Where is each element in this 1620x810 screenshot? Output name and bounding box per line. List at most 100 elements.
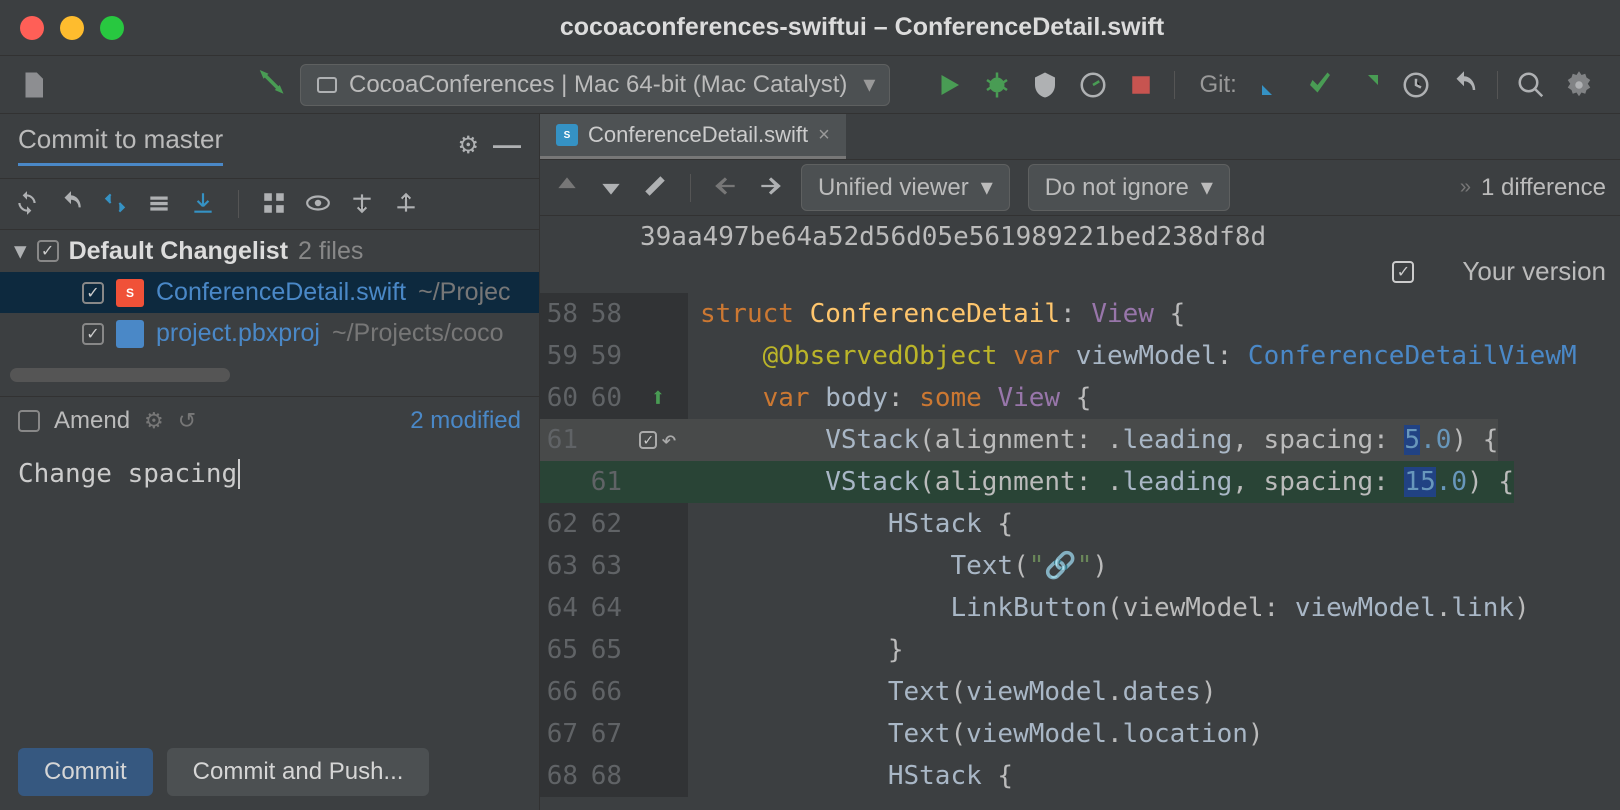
zoom-window-button[interactable] [100,16,124,40]
viewer-mode-select[interactable]: Unified viewer ▾ [801,164,1010,211]
chevron-down-icon: ▾ [981,173,993,202]
line-number: 67 [584,713,628,755]
ignore-mode-select[interactable]: Do not ignore ▾ [1028,164,1230,211]
minimize-panel-icon[interactable]: — [493,129,521,161]
commit-message-input[interactable]: Change spacing [0,445,539,736]
back-icon[interactable] [713,173,739,202]
code-diff-view[interactable]: 5858struct ConferenceDetail: View { 5959… [540,293,1620,797]
file-row[interactable]: project.pbxproj ~/Projects/coco [0,313,539,354]
accept-change-checkbox[interactable] [639,431,657,449]
update-project-icon[interactable] [1253,66,1291,104]
code-line: } [688,629,904,671]
line-number: 58 [540,293,584,335]
stop-icon[interactable] [1122,66,1160,104]
next-change-icon[interactable] [598,173,624,202]
edit-icon[interactable] [642,173,668,202]
rollback-icon[interactable] [1445,66,1483,104]
revert-icon[interactable]: ↶ [661,419,677,461]
line-number: 66 [584,671,628,713]
file-checkbox[interactable] [82,323,104,345]
collapse-icon[interactable] [393,190,419,219]
line-number: 60 [584,377,628,419]
debug-icon[interactable] [978,66,1016,104]
tab-row: S ConferenceDetail.swift × [540,114,1620,160]
line-number: 65 [540,629,584,671]
commit-icon[interactable] [1301,66,1339,104]
line-number: 62 [584,503,628,545]
commit-panel: Commit to master ⚙ — ▾ Default Changelis… [0,114,540,810]
gear-icon[interactable]: ⚙ [144,408,164,434]
search-icon[interactable] [1512,66,1550,104]
run-config-label: CocoaConferences | Mac 64-bit (Mac Catal… [349,71,847,99]
profile-icon[interactable] [1074,66,1112,104]
rollback-icon[interactable] [58,190,84,219]
separator [1497,71,1498,99]
file-checkbox[interactable] [82,282,104,304]
code-line: HStack { [688,755,1013,797]
history-icon[interactable]: ↺ [178,408,196,434]
code-line-added: VStack(alignment: .leading, spacing: 15.… [688,461,1514,503]
close-window-button[interactable] [20,16,44,40]
swift-file-icon: S [116,279,144,307]
your-version-checkbox[interactable] [1392,261,1414,283]
ignore-mode-label: Do not ignore [1045,174,1189,202]
line-number: 58 [584,293,628,335]
line-number: 60 [540,377,584,419]
group-icon[interactable] [261,190,287,219]
scrollbar[interactable] [10,368,230,382]
line-number: 67 [540,713,584,755]
code-line: struct ConferenceDetail: View { [688,293,1185,335]
line-number: 68 [584,755,628,797]
separator [238,190,239,218]
view-icon[interactable] [305,190,331,219]
run-icon[interactable] [930,66,968,104]
line-number: 64 [584,587,628,629]
line-number: 59 [584,335,628,377]
commit-and-push-button[interactable]: Commit and Push... [167,748,430,796]
forward-icon[interactable] [757,173,783,202]
editor-tab[interactable]: S ConferenceDetail.swift × [540,114,846,159]
file-row[interactable]: S ConferenceDetail.swift ~/Projec [0,272,539,313]
diff-status: »1 difference [1460,174,1606,202]
diff-icon[interactable] [102,190,128,219]
main-toolbar: CocoaConferences | Mac 64-bit (Mac Catal… [0,56,1620,114]
minimize-window-button[interactable] [60,16,84,40]
amend-checkbox[interactable] [18,410,40,432]
separator [1174,71,1175,99]
changelist-icon[interactable] [146,190,172,219]
history-icon[interactable] [1397,66,1435,104]
revision-hash: 39aa497be64a52d56d05e561989221bed238df8d [640,222,1606,252]
code-line: @ObservedObject var viewModel: Conferenc… [688,335,1577,377]
close-tab-icon[interactable]: × [818,124,830,147]
commit-button[interactable]: Commit [18,748,153,796]
file-name: project.pbxproj [156,319,320,348]
editor-panel: S ConferenceDetail.swift × Unified viewe… [540,114,1620,810]
file-name: ConferenceDetail.swift [156,278,406,307]
changelist-name: Default Changelist [69,237,288,266]
push-icon[interactable] [1349,66,1387,104]
changelist-header[interactable]: ▾ Default Changelist 2 files [0,230,539,272]
coverage-icon[interactable] [1026,66,1064,104]
chevron-down-icon: ▾ [1201,173,1213,202]
changelist-checkbox[interactable] [37,240,59,262]
line-number: 63 [584,545,628,587]
file-icon[interactable] [14,66,52,104]
tab-label: ConferenceDetail.swift [588,122,808,148]
changelist-count: 2 files [298,237,363,266]
code-line: Text(viewModel.location) [688,713,1264,755]
run-configuration-selector[interactable]: CocoaConferences | Mac 64-bit (Mac Catal… [300,64,890,106]
refresh-icon[interactable] [14,190,40,219]
build-icon[interactable] [252,66,290,104]
shelve-icon[interactable] [190,190,216,219]
file-path: ~/Projec [418,278,510,307]
prev-change-icon[interactable] [554,173,580,202]
amend-label: Amend [54,407,130,435]
separator [690,174,691,202]
line-number: 64 [540,587,584,629]
gutter-marker-icon[interactable]: ⬆ [650,377,666,419]
gear-icon[interactable]: ⚙ [457,131,479,160]
settings-icon[interactable] [1560,66,1598,104]
panel-title: Commit to master [18,124,223,166]
expand-icon[interactable] [349,190,375,219]
code-line: Text(viewModel.dates) [688,671,1217,713]
